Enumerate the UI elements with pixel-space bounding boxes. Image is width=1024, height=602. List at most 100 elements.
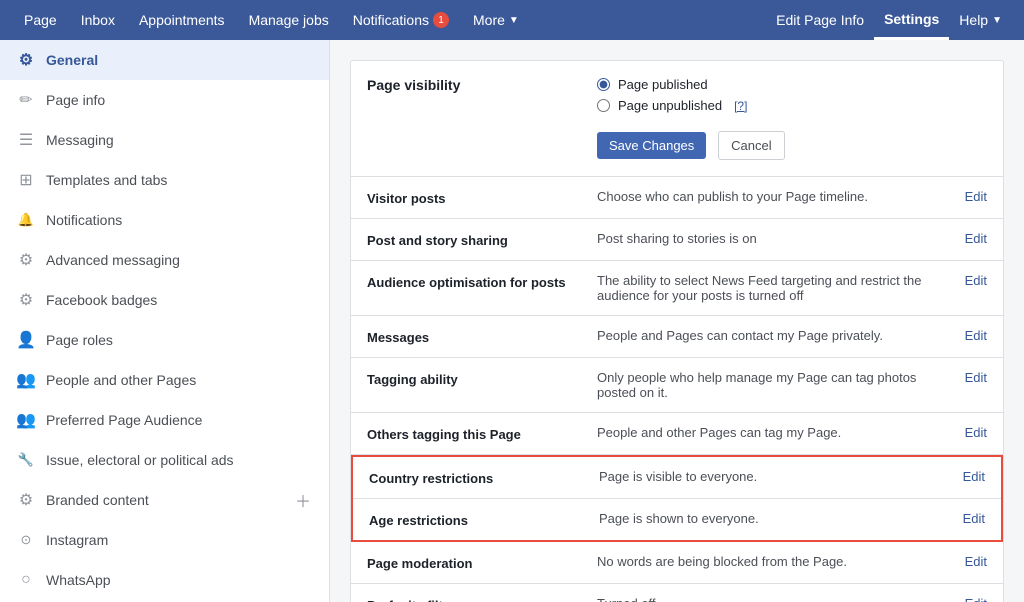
bell-icon: 🔔 [16, 210, 36, 230]
top-nav-right: Edit Page Info Settings Help ▼ [766, 0, 1012, 40]
table-row: Others tagging this Page People and other… [351, 413, 1003, 455]
nav-help-arrow-icon: ▼ [992, 15, 1002, 26]
wrench-icon: 🔧 [16, 450, 36, 470]
sidebar-item-page-roles[interactable]: 👤 Page roles [0, 320, 329, 360]
sidebar-item-messaging[interactable]: ☰ Messaging [0, 120, 329, 160]
gear-icon: ⚙ [16, 50, 36, 70]
row-label: Profanity filter [367, 596, 587, 602]
row-value: Page is shown to everyone. [599, 511, 943, 526]
table-row: Page moderation No words are being blocke… [351, 542, 1003, 584]
nav-settings[interactable]: Settings [874, 0, 949, 40]
radio-published-label: Page published [618, 77, 708, 92]
person-icon: 👤 [16, 330, 36, 350]
main-layout: ⚙ General ✏ Page info ☰ Messaging ⊞ Temp… [0, 40, 1024, 602]
main-content: Page visibility Page published Page unpu… [330, 40, 1024, 602]
sidebar-item-instagram[interactable]: ⊙ Instagram [0, 520, 329, 560]
sidebar-item-people-pages[interactable]: 👥 People and other Pages [0, 360, 329, 400]
sidebar-item-label: Templates and tabs [46, 172, 167, 188]
sidebar-item-label: Instagram [46, 532, 108, 548]
row-value: The ability to select News Feed targetin… [597, 273, 945, 303]
row-label: Age restrictions [369, 511, 589, 528]
nav-page[interactable]: Page [12, 0, 69, 40]
row-value: No words are being blocked from the Page… [597, 554, 945, 569]
edit-link[interactable]: Edit [955, 596, 987, 602]
notifications-badge: 1 [433, 12, 449, 28]
sidebar-item-label: Facebook badges [46, 292, 157, 308]
sidebar-item-label: Messaging [46, 132, 114, 148]
highlighted-group: Country restrictionsPage is visible to e… [351, 455, 1003, 542]
radio-unpublished[interactable]: Page unpublished [?] [597, 98, 785, 113]
edit-link[interactable]: Edit [955, 554, 987, 569]
row-value: People and Pages can contact my Page pri… [597, 328, 945, 343]
sidebar-item-facebook-badges[interactable]: ⚙ Facebook badges [0, 280, 329, 320]
settings-card: Page visibility Page published Page unpu… [350, 60, 1004, 602]
edit-link[interactable]: Edit [955, 273, 987, 288]
sidebar-item-branded-content[interactable]: ⚙ Branded content ＋ [0, 480, 329, 520]
radio-unpublished-input[interactable] [597, 99, 610, 112]
sidebar-item-label: Issue, electoral or political ads [46, 452, 234, 468]
nav-edit-page-info[interactable]: Edit Page Info [766, 0, 874, 40]
top-navigation: Page Inbox Appointments Manage jobs Noti… [0, 0, 1024, 40]
edit-link[interactable]: Edit [955, 328, 987, 343]
edit-link[interactable]: Edit [955, 425, 987, 440]
edit-link[interactable]: Edit [955, 231, 987, 246]
table-row: Tagging abilityOnly people who help mana… [351, 358, 1003, 413]
radio-unpublished-label: Page unpublished [618, 98, 722, 113]
edit-link[interactable]: Edit [955, 370, 987, 385]
pencil-icon: ✏ [16, 90, 36, 110]
sidebar-item-label: Notifications [46, 212, 122, 228]
row-value: Choose who can publish to your Page time… [597, 189, 945, 204]
visibility-actions: Save Changes Cancel [597, 119, 785, 160]
sidebar-item-general[interactable]: ⚙ General [0, 40, 329, 80]
save-changes-button[interactable]: Save Changes [597, 132, 706, 159]
grid-icon: ⊞ [16, 170, 36, 190]
nav-manage-jobs[interactable]: Manage jobs [237, 0, 341, 40]
sidebar: ⚙ General ✏ Page info ☰ Messaging ⊞ Temp… [0, 40, 330, 602]
row-label: Messages [367, 328, 587, 345]
instagram-icon: ⊙ [16, 530, 36, 550]
nav-notifications-label: Notifications [353, 12, 429, 28]
visibility-title: Page visibility [367, 77, 587, 93]
sidebar-item-advanced-messaging[interactable]: ⚙ Advanced messaging [0, 240, 329, 280]
messaging-icon: ☰ [16, 130, 36, 150]
row-value: Only people who help manage my Page can … [597, 370, 945, 400]
nav-more-arrow-icon: ▼ [509, 15, 519, 26]
edit-link[interactable]: Edit [953, 469, 985, 484]
plus-icon[interactable]: ＋ [293, 490, 313, 510]
nav-help[interactable]: Help ▼ [949, 0, 1012, 40]
radio-published-input[interactable] [597, 78, 610, 91]
edit-link[interactable]: Edit [953, 511, 985, 526]
help-link[interactable]: [?] [734, 99, 747, 113]
sidebar-item-issue-ads[interactable]: 🔧 Issue, electoral or political ads [0, 440, 329, 480]
table-row: Messages People and Pages can contact my … [351, 316, 1003, 358]
row-label: Visitor posts [367, 189, 587, 206]
row-label: Others tagging this Page [367, 425, 587, 442]
sidebar-item-label: Advanced messaging [46, 252, 180, 268]
row-label: Page moderation [367, 554, 587, 571]
nav-appointments[interactable]: Appointments [127, 0, 237, 40]
nav-more[interactable]: More ▼ [461, 0, 531, 40]
sidebar-item-notifications[interactable]: 🔔 Notifications [0, 200, 329, 240]
branded-icon: ⚙ [16, 490, 36, 510]
settings-rows: Visitor posts Choose who can publish to y… [351, 177, 1003, 602]
nav-inbox[interactable]: Inbox [69, 0, 127, 40]
advanced-icon: ⚙ [16, 250, 36, 270]
cancel-button[interactable]: Cancel [718, 131, 784, 160]
table-row: Country restrictionsPage is visible to e… [353, 457, 1001, 499]
sidebar-item-preferred-audience[interactable]: 👥 Preferred Page Audience [0, 400, 329, 440]
audience-icon: 👥 [16, 410, 36, 430]
sidebar-item-label: Preferred Page Audience [46, 412, 202, 428]
sidebar-item-label: Branded content [46, 492, 149, 508]
row-value: Turned off [597, 596, 945, 602]
sidebar-item-whatsapp[interactable]: ○ WhatsApp [0, 560, 329, 600]
sidebar-item-label: Page info [46, 92, 105, 108]
table-row: Age restrictions Page is shown to everyon… [353, 499, 1001, 540]
sidebar-item-templates[interactable]: ⊞ Templates and tabs [0, 160, 329, 200]
people-icon: 👥 [16, 370, 36, 390]
sidebar-item-page-info[interactable]: ✏ Page info [0, 80, 329, 120]
nav-notifications[interactable]: Notifications 1 [341, 0, 461, 40]
radio-published[interactable]: Page published [597, 77, 785, 92]
sidebar-item-label: General [46, 52, 98, 68]
row-value: People and other Pages can tag my Page. [597, 425, 945, 440]
edit-link[interactable]: Edit [955, 189, 987, 204]
